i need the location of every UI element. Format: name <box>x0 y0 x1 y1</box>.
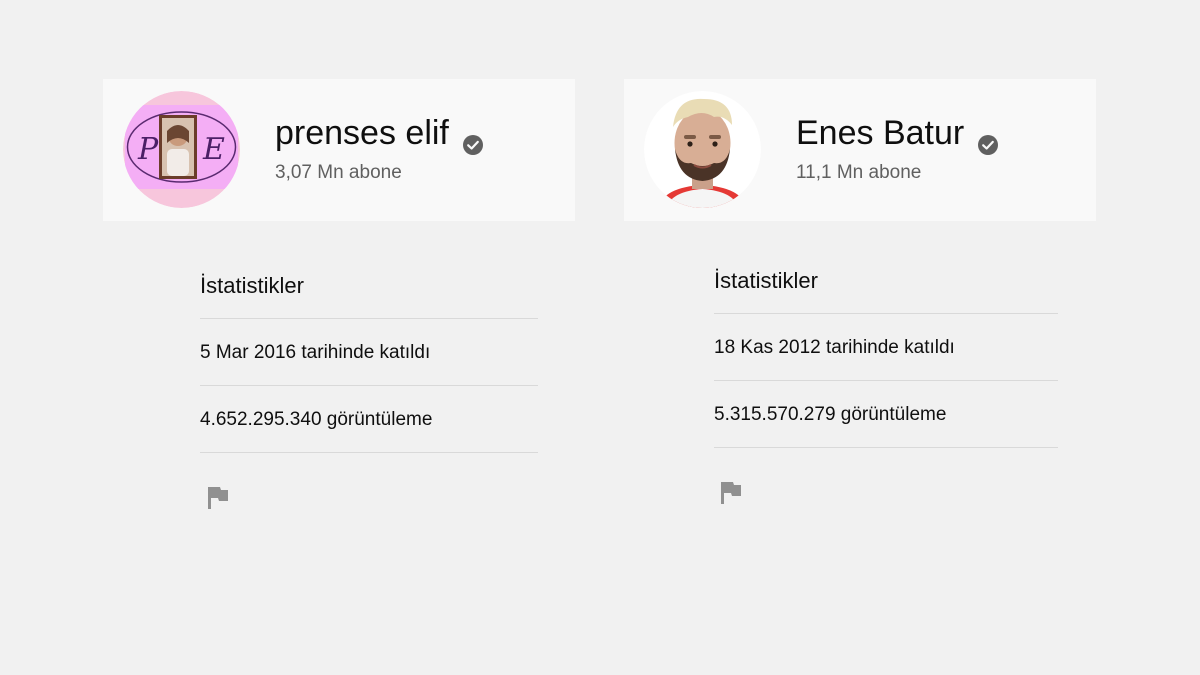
channel-stats-section: İstatistikler 5 Mar 2016 tarihinde katıl… <box>200 266 538 453</box>
channel-header-card[interactable]: Enes Batur 11,1 Mn abone <box>624 79 1096 221</box>
subscriber-count: 11,1 Mn abone <box>796 162 922 183</box>
avatar-monogram-right: E <box>202 132 225 167</box>
stats-heading: İstatistikler <box>714 261 1058 314</box>
view-count: 5.315.570.279 görüntüleme <box>714 381 1058 448</box>
subscriber-count: 3,07 Mn abone <box>275 162 402 183</box>
joined-date: 18 Kas 2012 tarihinde katıldı <box>714 314 1058 381</box>
verified-check-icon <box>462 124 483 155</box>
channel-avatar[interactable]: P E <box>123 91 240 208</box>
avatar-image: P E <box>123 91 240 208</box>
channel-avatar[interactable] <box>644 91 761 208</box>
channel-name-text[interactable]: Enes Batur <box>796 113 964 153</box>
verified-check-icon <box>978 124 999 155</box>
flag-icon[interactable] <box>205 484 231 510</box>
channel-name-text[interactable]: prenses elif <box>275 113 449 153</box>
channel-header-card[interactable]: P E prenses elif 3,07 Mn abone <box>103 79 575 221</box>
stats-heading: İstatistikler <box>200 266 538 319</box>
joined-date: 5 Mar 2016 tarihinde katıldı <box>200 319 538 386</box>
avatar-monogram-left: P <box>137 132 159 167</box>
channel-name[interactable]: Enes Batur <box>796 113 999 155</box>
avatar-image <box>644 91 761 208</box>
view-count: 4.652.295.340 görüntüleme <box>200 386 538 453</box>
flag-icon[interactable] <box>718 479 744 505</box>
channel-stats-section: İstatistikler 18 Kas 2012 tarihinde katı… <box>714 261 1058 448</box>
channel-name[interactable]: prenses elif <box>275 113 483 155</box>
